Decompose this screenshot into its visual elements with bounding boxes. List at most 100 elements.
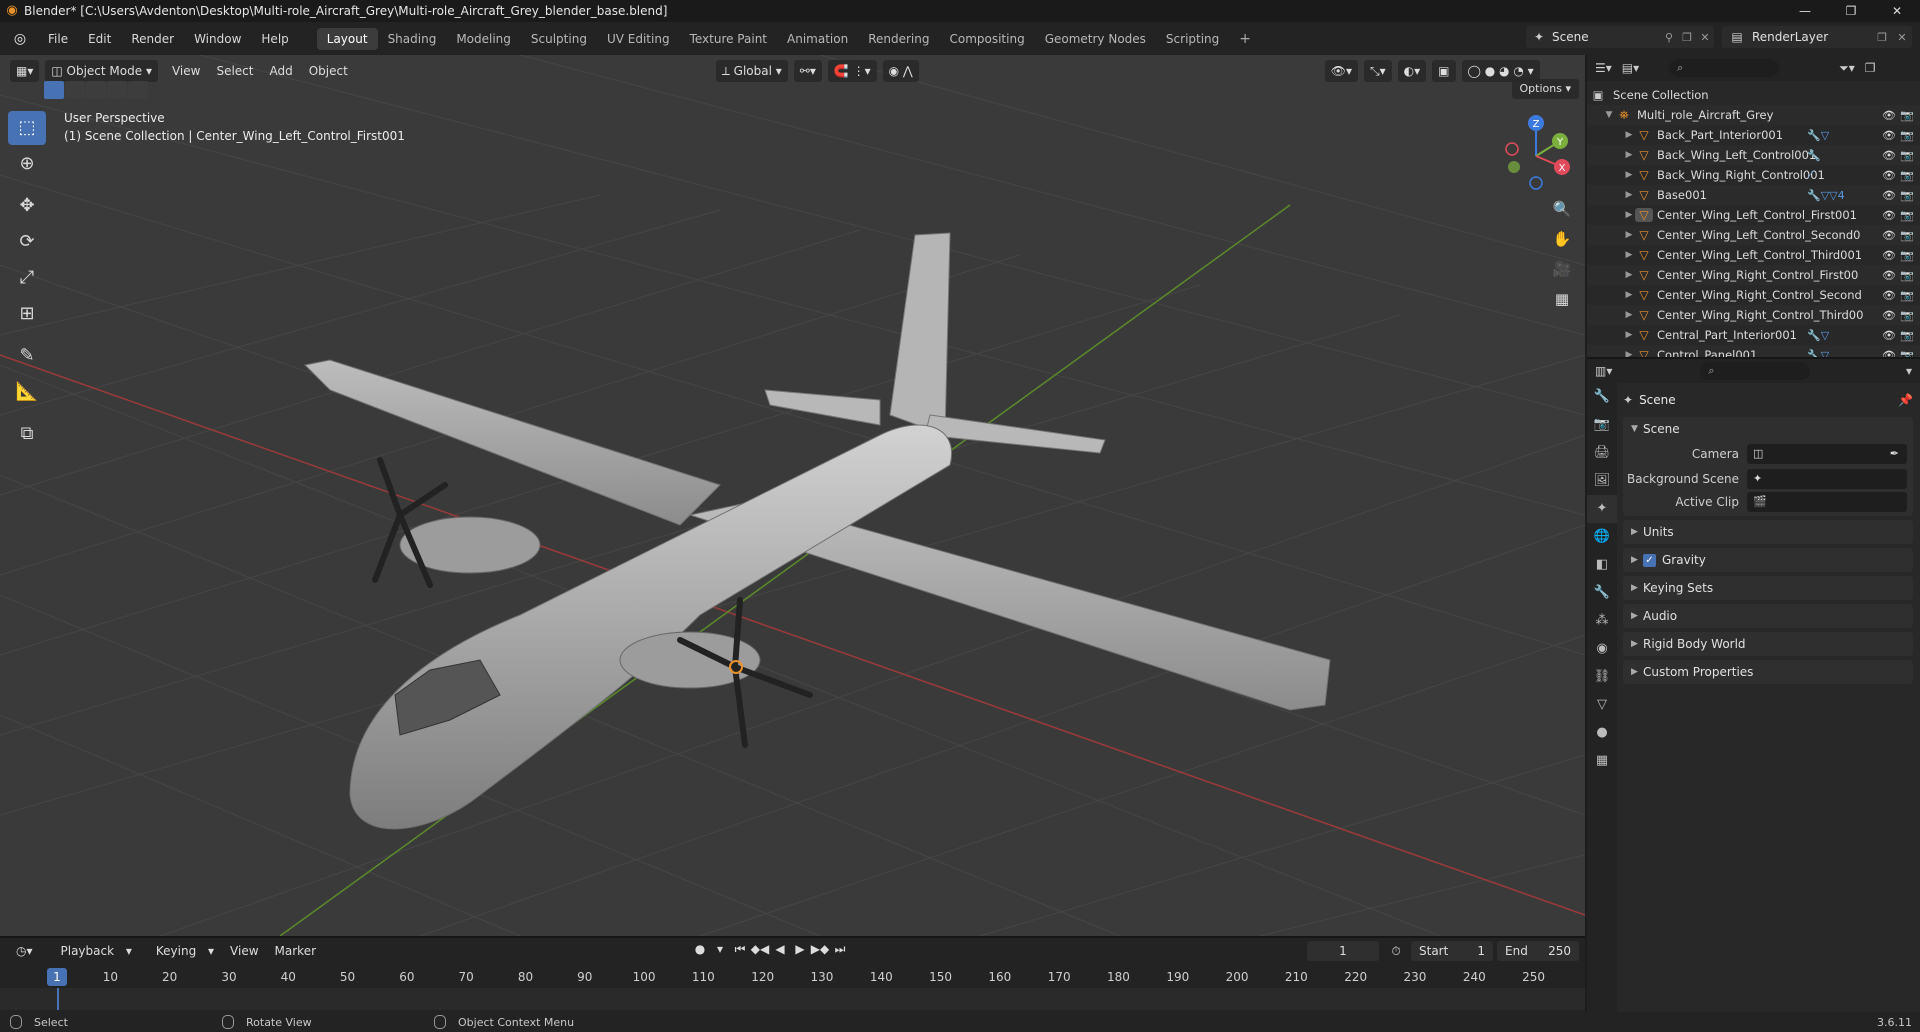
select-subtract-button[interactable] — [86, 81, 106, 99]
current-frame-field[interactable]: 1 — [1307, 941, 1379, 961]
expand-arrow-icon[interactable]: ▶ — [1623, 290, 1635, 300]
pin-context-icon[interactable]: 📌 — [1898, 393, 1913, 407]
expand-arrow-icon[interactable]: ▶ — [1623, 190, 1635, 200]
scene-tab-icon[interactable]: ✦ — [1587, 495, 1617, 523]
outliner-item[interactable]: ▶ ▽ Back_Part_Interior001 🔧▽ 👁 📷 — [1587, 125, 1920, 145]
visibility-eye-icon[interactable]: 👁 — [1882, 269, 1896, 282]
3d-viewport[interactable]: ▦▾ ◫ Object Mode ▾ View Select Add Objec… — [0, 55, 1585, 936]
texture-tab-icon[interactable]: ▦ — [1587, 747, 1617, 775]
viewport-scene[interactable] — [0, 55, 1585, 936]
outliner-item[interactable]: ▶ ▽ Center_Wing_Left_Control_Second0 👁 📷 — [1587, 225, 1920, 245]
visibility-eye-icon[interactable]: 👁 — [1882, 209, 1896, 222]
render-camera-icon[interactable]: 📷 — [1900, 269, 1914, 282]
visibility-eye-icon[interactable]: 👁 — [1882, 149, 1896, 162]
expand-arrow-icon[interactable]: ▶ — [1623, 150, 1635, 160]
filter-icon[interactable]: ⏷▾ — [1839, 61, 1855, 76]
scene-panel-header[interactable]: ▼ Scene — [1623, 417, 1913, 441]
tab-sculpting[interactable]: Sculpting — [521, 28, 597, 50]
menu-select[interactable]: Select — [208, 64, 261, 78]
options-dropdown[interactable]: Options ▾ — [1511, 79, 1579, 99]
constraints-tab-icon[interactable]: ⛓ — [1587, 663, 1617, 691]
menu-add[interactable]: Add — [261, 64, 300, 78]
visibility-eye-icon[interactable]: 👁 — [1882, 329, 1896, 342]
play-icon[interactable]: ▶ — [790, 942, 810, 957]
blender-logo-icon[interactable]: ◎ — [8, 27, 32, 51]
render-camera-icon[interactable]: 📷 — [1900, 209, 1914, 222]
visibility-eye-icon[interactable]: 👁 — [1882, 249, 1896, 262]
expand-arrow-icon[interactable]: ▶ — [1623, 270, 1635, 280]
select-box-tool[interactable]: ⬚ — [8, 111, 46, 145]
expand-arrow-icon[interactable]: ▶ — [1623, 330, 1635, 340]
outliner-item[interactable]: ▶ ▽ Back_Wing_Left_Control001 🔧 👁 📷 — [1587, 145, 1920, 165]
prev-keyframe-icon[interactable]: ◆◀ — [750, 942, 770, 957]
end-frame-field[interactable]: End 250 — [1497, 941, 1579, 961]
menu-keying[interactable]: Keying ▾ — [140, 944, 222, 958]
add-workspace-button[interactable]: + — [1229, 28, 1261, 50]
keying-sets-panel[interactable]: ▶ Keying Sets — [1623, 576, 1913, 600]
tab-shading[interactable]: Shading — [378, 28, 447, 50]
select-new-button[interactable] — [44, 81, 64, 99]
world-tab-icon[interactable]: 🌐 — [1587, 523, 1617, 551]
stopwatch-icon[interactable]: ⏱ — [1385, 944, 1407, 959]
tab-animation[interactable]: Animation — [777, 28, 858, 50]
outliner-item[interactable]: ▶ ▽ Back_Wing_Right_Control001 ⟋ 👁 📷 — [1587, 165, 1920, 185]
start-frame-field[interactable]: Start 1 — [1411, 941, 1493, 961]
pivot-dropdown[interactable]: ⚯▾ — [793, 60, 822, 82]
outliner-item[interactable]: ▶ ▽ Center_Wing_Right_Control_Second 👁 📷 — [1587, 285, 1920, 305]
select-invert-button[interactable] — [107, 81, 127, 99]
frame-ruler[interactable]: 1 10 20 30 40 50 60 70 80 90 100 110 120 130 140 150 160… — [0, 966, 1585, 988]
render-camera-icon[interactable]: 📷 — [1900, 249, 1914, 262]
tail-fin[interactable] — [889, 232, 951, 436]
add-cube-tool[interactable]: ⧉ — [8, 417, 46, 451]
expand-arrow-icon[interactable]: ▶ — [1623, 310, 1635, 320]
modifier-tab-icon[interactable]: 🔧 — [1587, 579, 1617, 607]
tool-tab-icon[interactable]: 🔧 — [1587, 383, 1617, 411]
expand-arrow-icon[interactable]: ▶ — [1623, 130, 1635, 140]
background-scene-field[interactable]: ✦ — [1747, 468, 1907, 489]
modifier-icons[interactable]: 🔧 — [1807, 149, 1821, 162]
menu-object[interactable]: Object — [301, 64, 356, 78]
visibility-eye-icon[interactable]: 👁 — [1882, 169, 1896, 182]
menu-edit[interactable]: Edit — [78, 28, 121, 50]
annotate-tool[interactable]: ✎ — [8, 339, 46, 373]
close-button[interactable]: ✕ — [1874, 0, 1920, 22]
expand-arrow-icon[interactable]: ▶ — [1623, 170, 1635, 180]
transform-tool[interactable]: ⊞ — [8, 297, 46, 331]
camera-view-icon[interactable]: 🎥 — [1548, 255, 1576, 283]
tab-texture-paint[interactable]: Texture Paint — [680, 28, 777, 50]
active-clip-field[interactable]: 🎬 — [1747, 491, 1907, 512]
camera-field[interactable]: ◫ ✒ — [1747, 443, 1907, 464]
menu-marker[interactable]: Marker — [267, 944, 324, 958]
outliner-item[interactable]: ▶ ▽ Central_Part_Interior001 🔧▽ 👁 📷 — [1587, 325, 1920, 345]
display-mode-dropdown[interactable]: ▤▾ — [1622, 61, 1639, 75]
editor-type-button[interactable]: ▦▾ — [10, 60, 40, 82]
rotate-tool[interactable]: ⟳ — [8, 225, 46, 259]
timeline-editor-type[interactable]: ◷▾ — [10, 940, 39, 962]
right-horizontal-stabilizer[interactable] — [924, 414, 1106, 454]
jump-end-icon[interactable]: ⏭ — [830, 942, 850, 957]
mode-dropdown[interactable]: ◫ Object Mode ▾ — [45, 60, 158, 82]
remove-scene-icon[interactable]: ✕ — [1696, 31, 1714, 44]
minimize-button[interactable]: — — [1782, 0, 1828, 22]
new-layer-icon[interactable]: ❐ — [1872, 31, 1892, 44]
tab-modeling[interactable]: Modeling — [446, 28, 521, 50]
expand-arrow-icon[interactable]: ▶ — [1623, 210, 1635, 220]
particles-tab-icon[interactable]: ⁂ — [1587, 607, 1617, 635]
visibility-eye-icon[interactable]: 👁 — [1882, 189, 1896, 202]
menu-help[interactable]: Help — [251, 28, 298, 50]
object-tab-icon[interactable]: ◧ — [1587, 551, 1617, 579]
gravity-panel[interactable]: ▶ ✓ Gravity — [1623, 548, 1913, 572]
collection-row[interactable]: ▼ ⛯ Multi_role_Aircraft_Grey 👁 📷 — [1587, 105, 1920, 125]
outliner-item[interactable]: ▶ ▽ Center_Wing_Left_Control_Third001 👁 📷 — [1587, 245, 1920, 265]
pan-hand-icon[interactable]: ✋ — [1548, 225, 1576, 253]
new-scene-icon[interactable]: ❐ — [1678, 31, 1696, 44]
menu-playback[interactable]: Playback ▾ — [45, 944, 140, 958]
left-horizontal-stabilizer[interactable] — [764, 389, 881, 426]
record-options-icon[interactable]: ▾ — [710, 942, 730, 957]
scene-selector[interactable]: ✦ Scene ⚲ ❐ ✕ — [1526, 26, 1714, 48]
properties-search-input[interactable]: ⌕ — [1700, 362, 1811, 380]
orientation-dropdown[interactable]: ⟂ Global ▾ — [715, 60, 788, 82]
outliner-editor-type[interactable]: ☰▾ — [1595, 61, 1612, 75]
record-icon[interactable]: ● — [690, 942, 710, 957]
render-camera-icon[interactable]: 📷 — [1900, 109, 1914, 122]
